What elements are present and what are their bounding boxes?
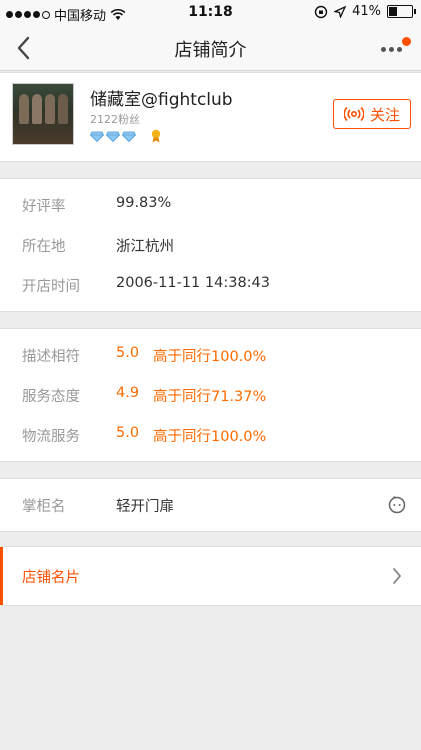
score-value: 5.0 bbox=[116, 425, 140, 441]
score-row-description: 描述相符 5.0 高于同行100.0% bbox=[0, 335, 421, 375]
more-dots-icon bbox=[381, 47, 402, 52]
score-compare: 高于同行71.37% bbox=[153, 389, 267, 405]
keeper-row: 掌柜名 轻开门扉 bbox=[0, 485, 421, 525]
score-label: 服务态度 bbox=[22, 389, 80, 405]
score-label: 物流服务 bbox=[22, 429, 80, 445]
info-row-location: 所在地 浙江杭州 bbox=[0, 225, 421, 265]
medal-icon bbox=[151, 129, 161, 143]
shop-card-row[interactable]: 店铺名片 bbox=[0, 546, 421, 606]
keeper-name: 轻开门扉 bbox=[116, 499, 174, 515]
info-row-open-time: 开店时间 2006-11-11 14:38:43 bbox=[0, 265, 421, 305]
chat-icon[interactable] bbox=[387, 495, 407, 515]
score-value: 5.0 bbox=[116, 345, 140, 361]
score-compare: 高于同行100.0% bbox=[153, 349, 267, 365]
seller-rank bbox=[90, 129, 162, 143]
shop-name: 储藏室@fightclub bbox=[90, 90, 233, 110]
info-label: 好评率 bbox=[22, 199, 66, 215]
info-label: 开店时间 bbox=[22, 279, 80, 295]
more-button[interactable] bbox=[379, 36, 411, 60]
shop-header: 储藏室@fightclub 2122粉丝 关注 bbox=[0, 72, 421, 162]
shop-card-label: 店铺名片 bbox=[22, 570, 80, 586]
location-arrow-icon bbox=[334, 5, 347, 18]
follow-label: 关注 bbox=[369, 105, 400, 124]
info-value: 2006-11-11 14:38:43 bbox=[116, 275, 270, 291]
score-compare: 高于同行100.0% bbox=[153, 429, 267, 445]
rotation-lock-icon bbox=[314, 5, 328, 18]
info-label: 所在地 bbox=[22, 239, 66, 255]
score-row-service: 服务态度 4.9 高于同行71.37% bbox=[0, 375, 421, 415]
info-row-rating: 好评率 99.83% bbox=[0, 185, 421, 225]
nav-bar: 店铺简介 bbox=[0, 26, 421, 71]
score-value: 4.9 bbox=[116, 385, 140, 401]
notification-dot bbox=[402, 37, 411, 46]
shop-scores-section: 描述相符 5.0 高于同行100.0% 服务态度 4.9 高于同行71.37% … bbox=[0, 328, 421, 462]
battery-icon bbox=[387, 5, 416, 18]
diamond-icon bbox=[122, 131, 136, 142]
shop-keeper-section: 掌柜名 轻开门扉 bbox=[0, 478, 421, 532]
page-title: 店铺简介 bbox=[174, 40, 247, 61]
battery-percent: 41% bbox=[352, 4, 381, 19]
fans-count: 2122粉丝 bbox=[90, 113, 140, 126]
broadcast-icon bbox=[343, 106, 364, 122]
status-bar: 中国移动 11:18 41% bbox=[0, 0, 421, 26]
shop-info-section: 好评率 99.83% 所在地 浙江杭州 开店时间 2006-11-11 14:3… bbox=[0, 178, 421, 312]
score-row-logistics: 物流服务 5.0 高于同行100.0% bbox=[0, 415, 421, 455]
shop-avatar[interactable] bbox=[12, 83, 74, 145]
follow-button[interactable]: 关注 bbox=[333, 99, 411, 129]
diamond-icon bbox=[106, 131, 120, 142]
chevron-right-icon bbox=[393, 568, 401, 584]
status-right: 41% bbox=[314, 4, 416, 19]
keeper-label: 掌柜名 bbox=[22, 499, 66, 515]
score-label: 描述相符 bbox=[22, 349, 80, 365]
info-value: 浙江杭州 bbox=[116, 239, 174, 255]
accent-bar bbox=[0, 547, 3, 605]
info-value: 99.83% bbox=[116, 195, 172, 211]
diamond-icon bbox=[90, 131, 104, 142]
